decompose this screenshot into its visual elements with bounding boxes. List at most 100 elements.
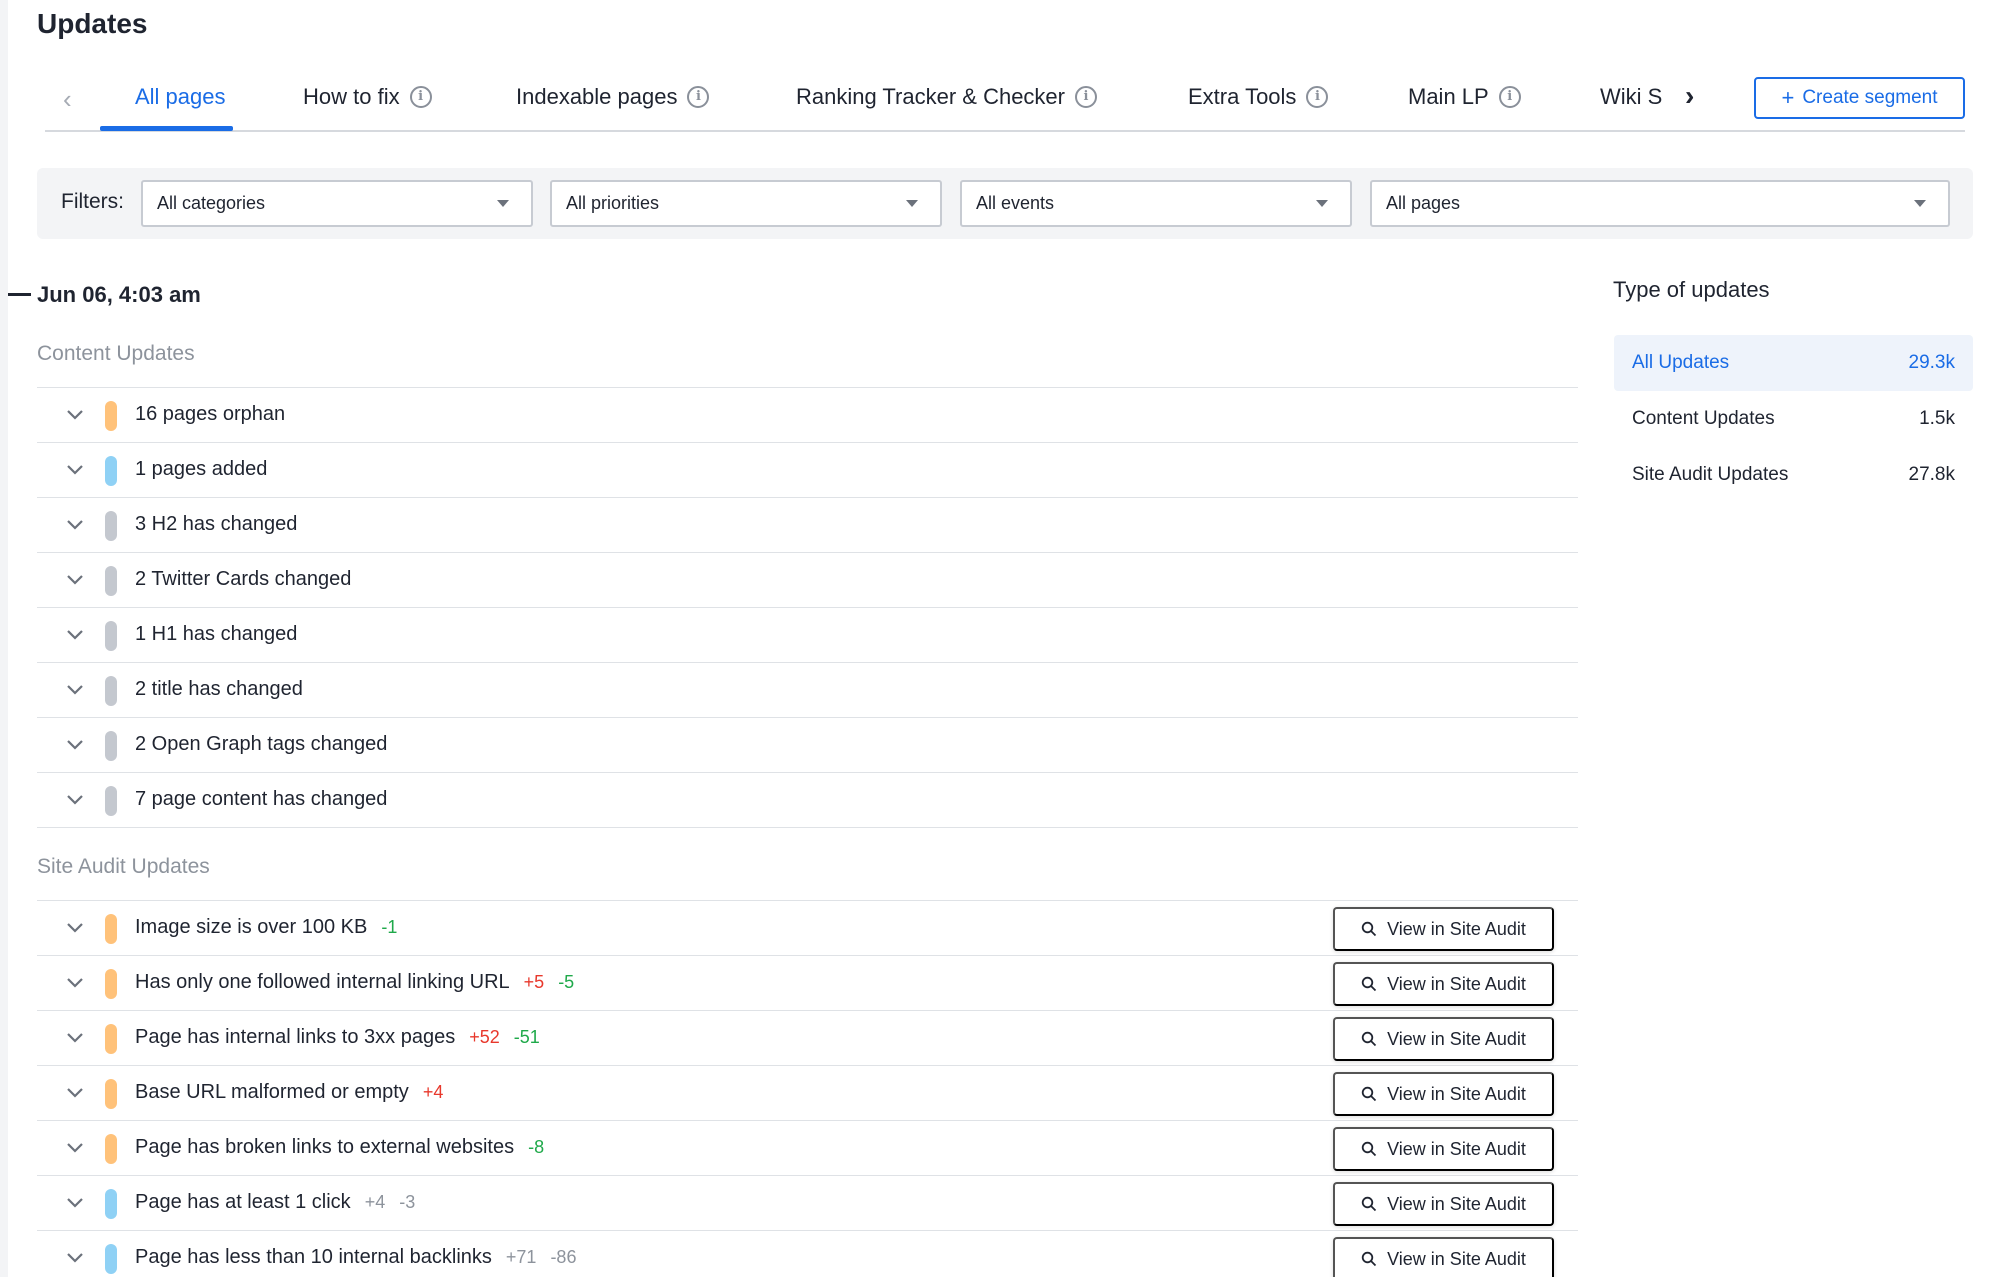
chevron-down-icon[interactable] [65, 514, 85, 534]
view-in-site-audit-button[interactable]: View in Site Audit [1333, 1072, 1554, 1116]
chevron-down-icon[interactable] [65, 1192, 85, 1212]
priority-pill [105, 511, 117, 541]
caret-down-icon [906, 200, 918, 207]
priority-pill [105, 1079, 117, 1109]
chevron-left-icon[interactable]: ‹ [63, 84, 72, 115]
list-item[interactable]: Has only one followed internal linking U… [37, 956, 1578, 1011]
search-icon [1361, 1086, 1377, 1102]
type-item-site-audit-updates[interactable]: Site Audit Updates 27.8k [1614, 447, 1973, 503]
list-item[interactable]: 2 Twitter Cards changed [37, 553, 1578, 608]
update-label: Page has internal links to 3xx pages [135, 1026, 456, 1048]
categories-select[interactable]: All categories [141, 180, 533, 227]
list-item[interactable]: Page has at least 1 click +4 -3 View in … [37, 1176, 1578, 1231]
info-icon[interactable]: i [409, 86, 432, 108]
chevron-down-icon[interactable] [65, 789, 85, 809]
view-in-site-audit-button[interactable]: View in Site Audit [1333, 907, 1554, 951]
plus-icon: + [1781, 85, 1795, 110]
priorities-select[interactable]: All priorities [550, 180, 942, 227]
list-item[interactable]: Page has broken links to external websit… [37, 1121, 1578, 1176]
chevron-down-icon[interactable] [65, 624, 85, 644]
list-item[interactable]: 2 title has changed [37, 663, 1578, 718]
list-item[interactable]: 1 H1 has changed [37, 608, 1578, 663]
list-item[interactable]: 7 page content has changed [37, 773, 1578, 828]
search-icon [1361, 1141, 1377, 1157]
list-item[interactable]: Image size is over 100 KB -1 View in Sit… [37, 901, 1578, 956]
update-label: 2 Twitter Cards changed [135, 568, 352, 590]
chevron-down-icon[interactable] [65, 569, 85, 589]
list-item[interactable]: 1 pages added [37, 443, 1578, 498]
search-icon [1361, 1196, 1377, 1212]
delta-added: +4 [364, 1192, 386, 1212]
list-item[interactable]: 2 Open Graph tags changed [37, 718, 1578, 773]
update-label: 1 H1 has changed [135, 623, 298, 645]
tab-indexable-pages[interactable]: Indexable pages i [516, 84, 710, 110]
list-item[interactable]: 3 H2 has changed [37, 498, 1578, 553]
priority-pill [105, 1244, 117, 1274]
chevron-down-icon[interactable] [65, 404, 85, 424]
update-label: Base URL malformed or empty [135, 1081, 409, 1103]
chevron-down-icon[interactable] [65, 1082, 85, 1102]
timeline-marker [8, 293, 31, 296]
type-item-content-updates[interactable]: Content Updates 1.5k [1614, 391, 1973, 447]
chevron-down-icon[interactable] [65, 972, 85, 992]
list-item[interactable]: Base URL malformed or empty +4 View in S… [37, 1066, 1578, 1121]
chevron-right-icon[interactable]: › [1685, 80, 1694, 112]
type-item-all-updates[interactable]: All Updates 29.3k [1614, 335, 1973, 391]
list-item[interactable]: Page has internal links to 3xx pages +52… [37, 1011, 1578, 1066]
search-icon [1361, 976, 1377, 992]
view-in-site-audit-button[interactable]: View in Site Audit [1333, 1127, 1554, 1171]
info-icon[interactable]: i [1498, 86, 1521, 108]
page-title: Updates [37, 8, 148, 39]
view-in-site-audit-button[interactable]: View in Site Audit [1333, 1017, 1554, 1061]
active-tab-indicator [100, 126, 233, 131]
pages-select[interactable]: All pages [1370, 180, 1950, 227]
tab-how-to-fix[interactable]: How to fix i [303, 84, 432, 110]
chevron-down-icon[interactable] [65, 1137, 85, 1157]
tab-ranking-tracker[interactable]: Ranking Tracker & Checker i [796, 84, 1097, 110]
delta-added: +71 [505, 1247, 537, 1267]
chevron-down-icon[interactable] [65, 459, 85, 479]
update-label: 7 page content has changed [135, 788, 388, 810]
update-label: 2 Open Graph tags changed [135, 733, 388, 755]
chevron-down-icon[interactable] [65, 1247, 85, 1267]
list-item[interactable]: 16 pages orphan [37, 388, 1578, 443]
update-label: 16 pages orphan [135, 403, 286, 425]
view-in-site-audit-button[interactable]: View in Site Audit [1333, 1237, 1554, 1277]
events-select[interactable]: All events [960, 180, 1352, 227]
chevron-down-icon[interactable] [65, 734, 85, 754]
chevron-down-icon[interactable] [65, 679, 85, 699]
priority-pill [105, 1189, 117, 1219]
content-updates-title: Content Updates [37, 342, 195, 365]
search-icon [1361, 1031, 1377, 1047]
delta-removed: -86 [550, 1247, 577, 1267]
site-audit-updates-title: Site Audit Updates [37, 855, 210, 878]
tab-extra-tools[interactable]: Extra Tools i [1188, 84, 1329, 110]
tab-main-lp[interactable]: Main LP i [1408, 84, 1521, 110]
priority-pill [105, 1134, 117, 1164]
update-label: Page has less than 10 internal backlinks [135, 1246, 492, 1268]
tab-wiki[interactable]: Wiki S [1600, 84, 1662, 110]
delta-removed: -1 [381, 917, 398, 937]
update-count: 1.5k [1919, 408, 1955, 429]
create-segment-button[interactable]: + Create segment [1754, 77, 1965, 119]
info-icon[interactable]: i [1306, 86, 1329, 108]
delta-removed: -8 [528, 1137, 545, 1157]
priority-pill [105, 786, 117, 816]
tab-all-pages[interactable]: All pages [135, 84, 226, 110]
list-item[interactable]: Page has less than 10 internal backlinks… [37, 1231, 1578, 1277]
view-in-site-audit-button[interactable]: View in Site Audit [1333, 1182, 1554, 1226]
chevron-down-icon[interactable] [65, 917, 85, 937]
update-count: 27.8k [1908, 464, 1955, 485]
update-label: 2 title has changed [135, 678, 303, 700]
chevron-down-icon[interactable] [65, 1027, 85, 1047]
priority-pill [105, 621, 117, 651]
update-label: 3 H2 has changed [135, 513, 298, 535]
info-icon[interactable]: i [687, 86, 710, 108]
site-audit-updates-list: Image size is over 100 KB -1 View in Sit… [37, 900, 1578, 1277]
view-in-site-audit-button[interactable]: View in Site Audit [1333, 962, 1554, 1006]
info-icon[interactable]: i [1075, 86, 1097, 108]
priority-pill [105, 401, 117, 431]
left-edge-strip [0, 0, 8, 1277]
type-of-updates-title: Type of updates [1613, 277, 1770, 302]
segment-tabs: ‹ All pages How to fix i Indexable pages… [45, 70, 1965, 132]
